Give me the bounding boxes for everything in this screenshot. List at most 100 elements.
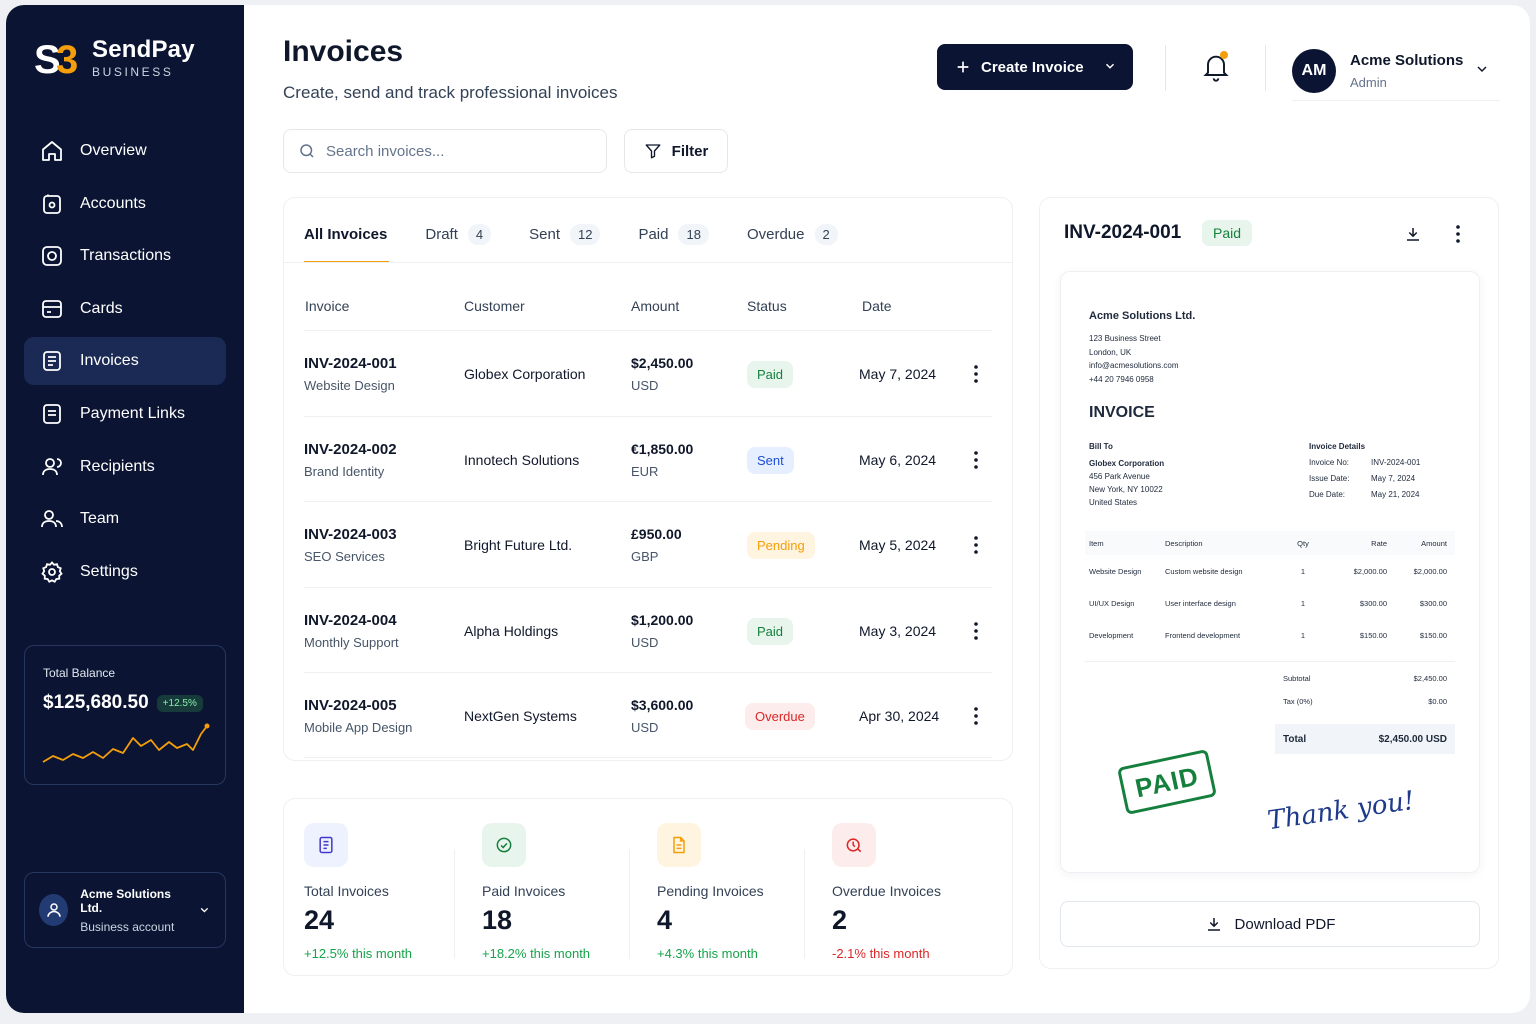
tab-all-invoices[interactable]: All Invoices [304,216,390,263]
stat-value: 4 [657,905,673,935]
invoice-date: May 6, 2024 [859,451,937,468]
stat-change: +18.2% this month [482,946,591,961]
invoice-icon [43,351,61,372]
doc-line-item: UI/UX Design User interface design 1 $30… [1085,587,1455,619]
tab-count-badge: 2 [814,223,838,245]
invoice-date: May 3, 2024 [859,622,937,639]
stat-value: 18 [482,905,513,935]
tab-draft[interactable]: Draft 4 [425,216,492,252]
sidebar-item-label: Transactions [80,247,171,265]
invoice-description: SEO Services [304,549,385,564]
sidebar-item-label: Cards [80,299,123,317]
more-vertical-icon[interactable] [1454,224,1462,244]
doc-table-header: Item Description Qty Rate Amount [1085,531,1455,555]
doc-heading: INVOICE [1089,404,1155,421]
more-vertical-icon[interactable] [972,364,980,384]
table-row[interactable]: INV-2024-005 Mobile App Design NextGen S… [304,672,992,758]
sidebar-item-label: Settings [80,562,138,580]
table-row[interactable]: INV-2024-003 SEO Services Bright Future … [304,501,992,587]
header-divider [1165,45,1166,91]
table-row[interactable]: INV-2024-002 Brand Identity Innotech Sol… [304,415,992,502]
address-line: info@acmesolutions.com [1089,361,1179,370]
download-icon [1207,918,1220,931]
detail-value: May 21, 2024 [1371,490,1420,499]
subtotal-value: $2,450.00 [1413,674,1447,683]
invoice-amount: $2,450.00 [631,355,694,371]
balance-value: $125,680.50 [43,692,149,713]
invoice-stats-card: Total Invoices 24 +12.5% this month Paid… [283,798,1013,976]
tax-value: $0.00 [1428,697,1447,706]
column-header: Status [747,298,787,314]
doc-column-header: Qty [1297,538,1309,548]
balance-label: Total Balance [43,666,116,680]
user-menu[interactable]: AM Acme Solutions Admin [1292,41,1500,101]
status-badge: Paid [1202,220,1253,246]
invoice-amount: €1,850.00 [631,440,694,457]
line-item-desc: Custom website design [1165,566,1243,576]
thank-you-signature: Thank you! [1265,785,1417,837]
tab-paid[interactable]: Paid 18 [638,216,709,252]
header-divider [1265,45,1266,91]
document-icon [304,823,348,867]
more-vertical-icon[interactable] [972,706,980,726]
invoice-description: Mobile App Design [304,720,413,735]
subtotal-label: Subtotal [1283,674,1311,683]
chevron-down-icon [1105,63,1115,69]
line-item-desc: Frontend development [1165,630,1241,640]
sidebar-item-invoices[interactable]: Invoices [24,337,226,386]
tab-label: Overdue [746,225,805,243]
sidebar-item-recipients[interactable]: Recipients [24,443,226,491]
stat-divider [454,849,455,959]
more-vertical-icon[interactable] [972,450,980,470]
brand-logo[interactable]: S 3 SendPay BUSINESS [34,36,195,80]
stat-paid-invoices: Paid Invoices 18 +18.2% this month [482,823,652,961]
stat-value: 24 [304,905,335,935]
account-type: Business account [80,919,175,934]
invoice-id: INV-2024-003 [304,526,397,543]
download-pdf-button[interactable]: Download PDF [1060,901,1480,947]
brand-name: SendPay [92,36,195,63]
page-title: Invoices [283,35,404,68]
table-row[interactable]: INV-2024-001 Website Design Globex Corpo… [304,330,992,416]
link-doc-icon [43,404,61,424]
download-icon[interactable] [1404,225,1422,243]
search-input[interactable] [326,142,586,160]
sidebar-item-accounts[interactable]: Accounts [24,180,226,228]
sidebar-item-payment-links[interactable]: Payment Links [24,390,226,438]
page-subtitle: Create, send and track professional invo… [283,83,618,102]
doc-company-name: Acme Solutions Ltd. [1089,310,1196,322]
stat-label: Overdue Invoices [832,883,941,899]
line-item-amount: $2,000.00 [1413,566,1447,576]
create-invoice-button[interactable]: Create Invoice [937,44,1133,90]
stat-change: +4.3% this month [657,946,758,961]
account-switcher[interactable]: Acme Solutions Ltd. Business account [24,872,226,948]
bill-to-label: Bill To [1089,442,1113,451]
more-vertical-icon[interactable] [972,621,980,641]
stat-divider [629,849,630,959]
doc-column-header: Amount [1421,538,1447,548]
doc-invoice-details: Invoice Details Invoice No: INV-2024-001 … [1309,440,1420,503]
sidebar-item-transactions[interactable]: Transactions [24,232,226,280]
check-circle-icon [482,823,526,867]
sidebar-item-overview[interactable]: Overview [24,127,226,175]
user-icon [46,903,61,917]
paid-stamp: PAID [1117,748,1217,816]
filter-button[interactable]: Filter [624,129,728,173]
avatar: AM [1292,48,1336,93]
column-header: Invoice [305,298,350,314]
invoice-description: Monthly Support [304,634,399,650]
sidebar-item-team[interactable]: Team [24,495,226,543]
tab-sent[interactable]: Sent 12 [529,216,601,252]
pending-doc-icon [657,823,701,867]
sidebar-item-cards[interactable]: Cards [24,285,226,333]
invoice-id: INV-2024-004 [304,611,397,629]
tab-overdue[interactable]: Overdue 2 [747,216,838,252]
notifications-button[interactable] [1202,51,1232,85]
more-vertical-icon[interactable] [972,535,980,555]
line-item-qty: 1 [1300,566,1306,576]
balance-change-badge: +12.5% [156,694,203,712]
stat-divider [804,849,805,959]
sidebar-item-settings[interactable]: Settings [24,548,226,596]
invoice-id: INV-2024-001 [304,355,397,372]
table-row[interactable]: INV-2024-004 Monthly Support Alpha Holdi… [304,586,992,673]
